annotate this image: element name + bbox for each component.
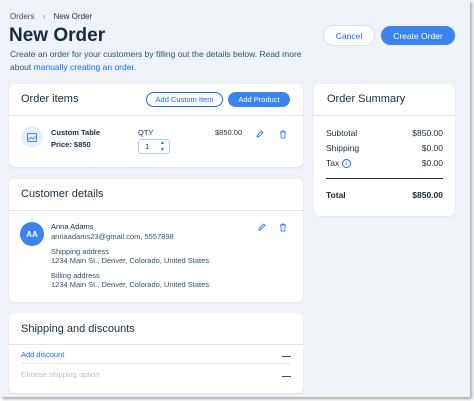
tax-label-group: Tax i [326,158,351,169]
add-product-button[interactable]: Add Product [228,92,290,107]
edit-icon[interactable] [255,129,265,139]
manual-order-link[interactable]: manually creating an order [34,62,134,72]
customer-contact: annaadams23@gmail.com, 5557898 [51,232,174,241]
chevron-right-icon: › [42,11,46,21]
item-price: Price: $850 [51,140,91,149]
minus-icon[interactable] [282,356,291,357]
shipping-address-label: Shipping address [51,247,109,256]
add-custom-item-button[interactable]: Add Custom Item [146,92,223,107]
info-icon[interactable]: i [341,159,351,169]
tax-label: Tax [326,158,340,168]
shipping-value: $0.00 [421,143,443,153]
total-value: $850.00 [412,190,443,200]
shipping-option-select[interactable]: Choose shipping option [21,370,99,379]
cancel-button[interactable]: Cancel [324,26,374,45]
shipping-label: Shipping [326,143,360,153]
shipping-discounts-card: Shipping and discounts Add discount Choo… [9,313,303,393]
tax-value: $0.00 [421,158,443,168]
divider [314,115,455,116]
total-row: Total $850.00 [326,190,443,200]
shipping-discounts-title: Shipping and discounts [21,323,135,335]
quantity-value: 1 [145,142,150,151]
order-summary-card: Order Summary Subtotal $850.00 Shipping … [314,84,455,216]
item-name: Custom Table [51,128,101,137]
divider [21,363,291,364]
add-discount-link[interactable]: Add discount [21,350,64,359]
order-summary-title: Order Summary [327,93,406,105]
page: Orders › New Order New Order Create an o… [0,0,470,397]
subtotal-label: Subtotal [326,128,358,138]
divider [9,210,303,211]
edit-icon[interactable] [257,222,267,232]
breadcrumb: Orders › New Order [10,11,92,21]
tax-row: Tax i $0.00 [326,158,443,169]
subtitle-end: . [133,61,137,72]
customer-details-title: Customer details [21,188,104,200]
stepper-down-icon[interactable]: ▼ [160,147,165,153]
shipping-address-value: 1234 Main St., Denver, Colorado, United … [51,256,210,265]
billing-address-value: 1234 Main St., Denver, Colorado, United … [51,280,210,289]
avatar: AA [20,222,44,246]
order-items-card: Order items Add Custom Item Add Product … [9,84,303,167]
total-label: Total [326,190,346,200]
shipping-row: Shipping $0.00 [326,143,443,153]
divider [9,115,303,116]
customer-name: Anna Adams [51,222,94,231]
order-items-title: Order items [21,93,79,105]
page-subtitle: Create an order for your customers by fi… [10,48,310,73]
customer-details-card: Customer details AA Anna Adams annaadams… [9,179,303,302]
subtotal-row: Subtotal $850.00 [326,128,443,138]
divider [326,178,443,179]
image-placeholder-icon [21,126,43,148]
breadcrumb-current: New Order [53,11,93,21]
qty-label: QTY [138,128,154,137]
divider [9,344,303,345]
create-order-button[interactable]: Create Order [381,26,455,45]
billing-address-label: Billing address [51,271,100,280]
stepper-up-icon[interactable]: ▲ [160,140,165,146]
item-total: $850.00 [215,128,243,137]
minus-icon[interactable] [282,376,291,377]
breadcrumb-orders[interactable]: Orders [10,12,34,21]
page-title: New Order [9,25,106,46]
subtotal-value: $850.00 [412,128,443,138]
trash-icon[interactable] [278,222,288,232]
quantity-stepper[interactable]: 1 ▲ ▼ [138,139,170,154]
trash-icon[interactable] [278,129,288,139]
